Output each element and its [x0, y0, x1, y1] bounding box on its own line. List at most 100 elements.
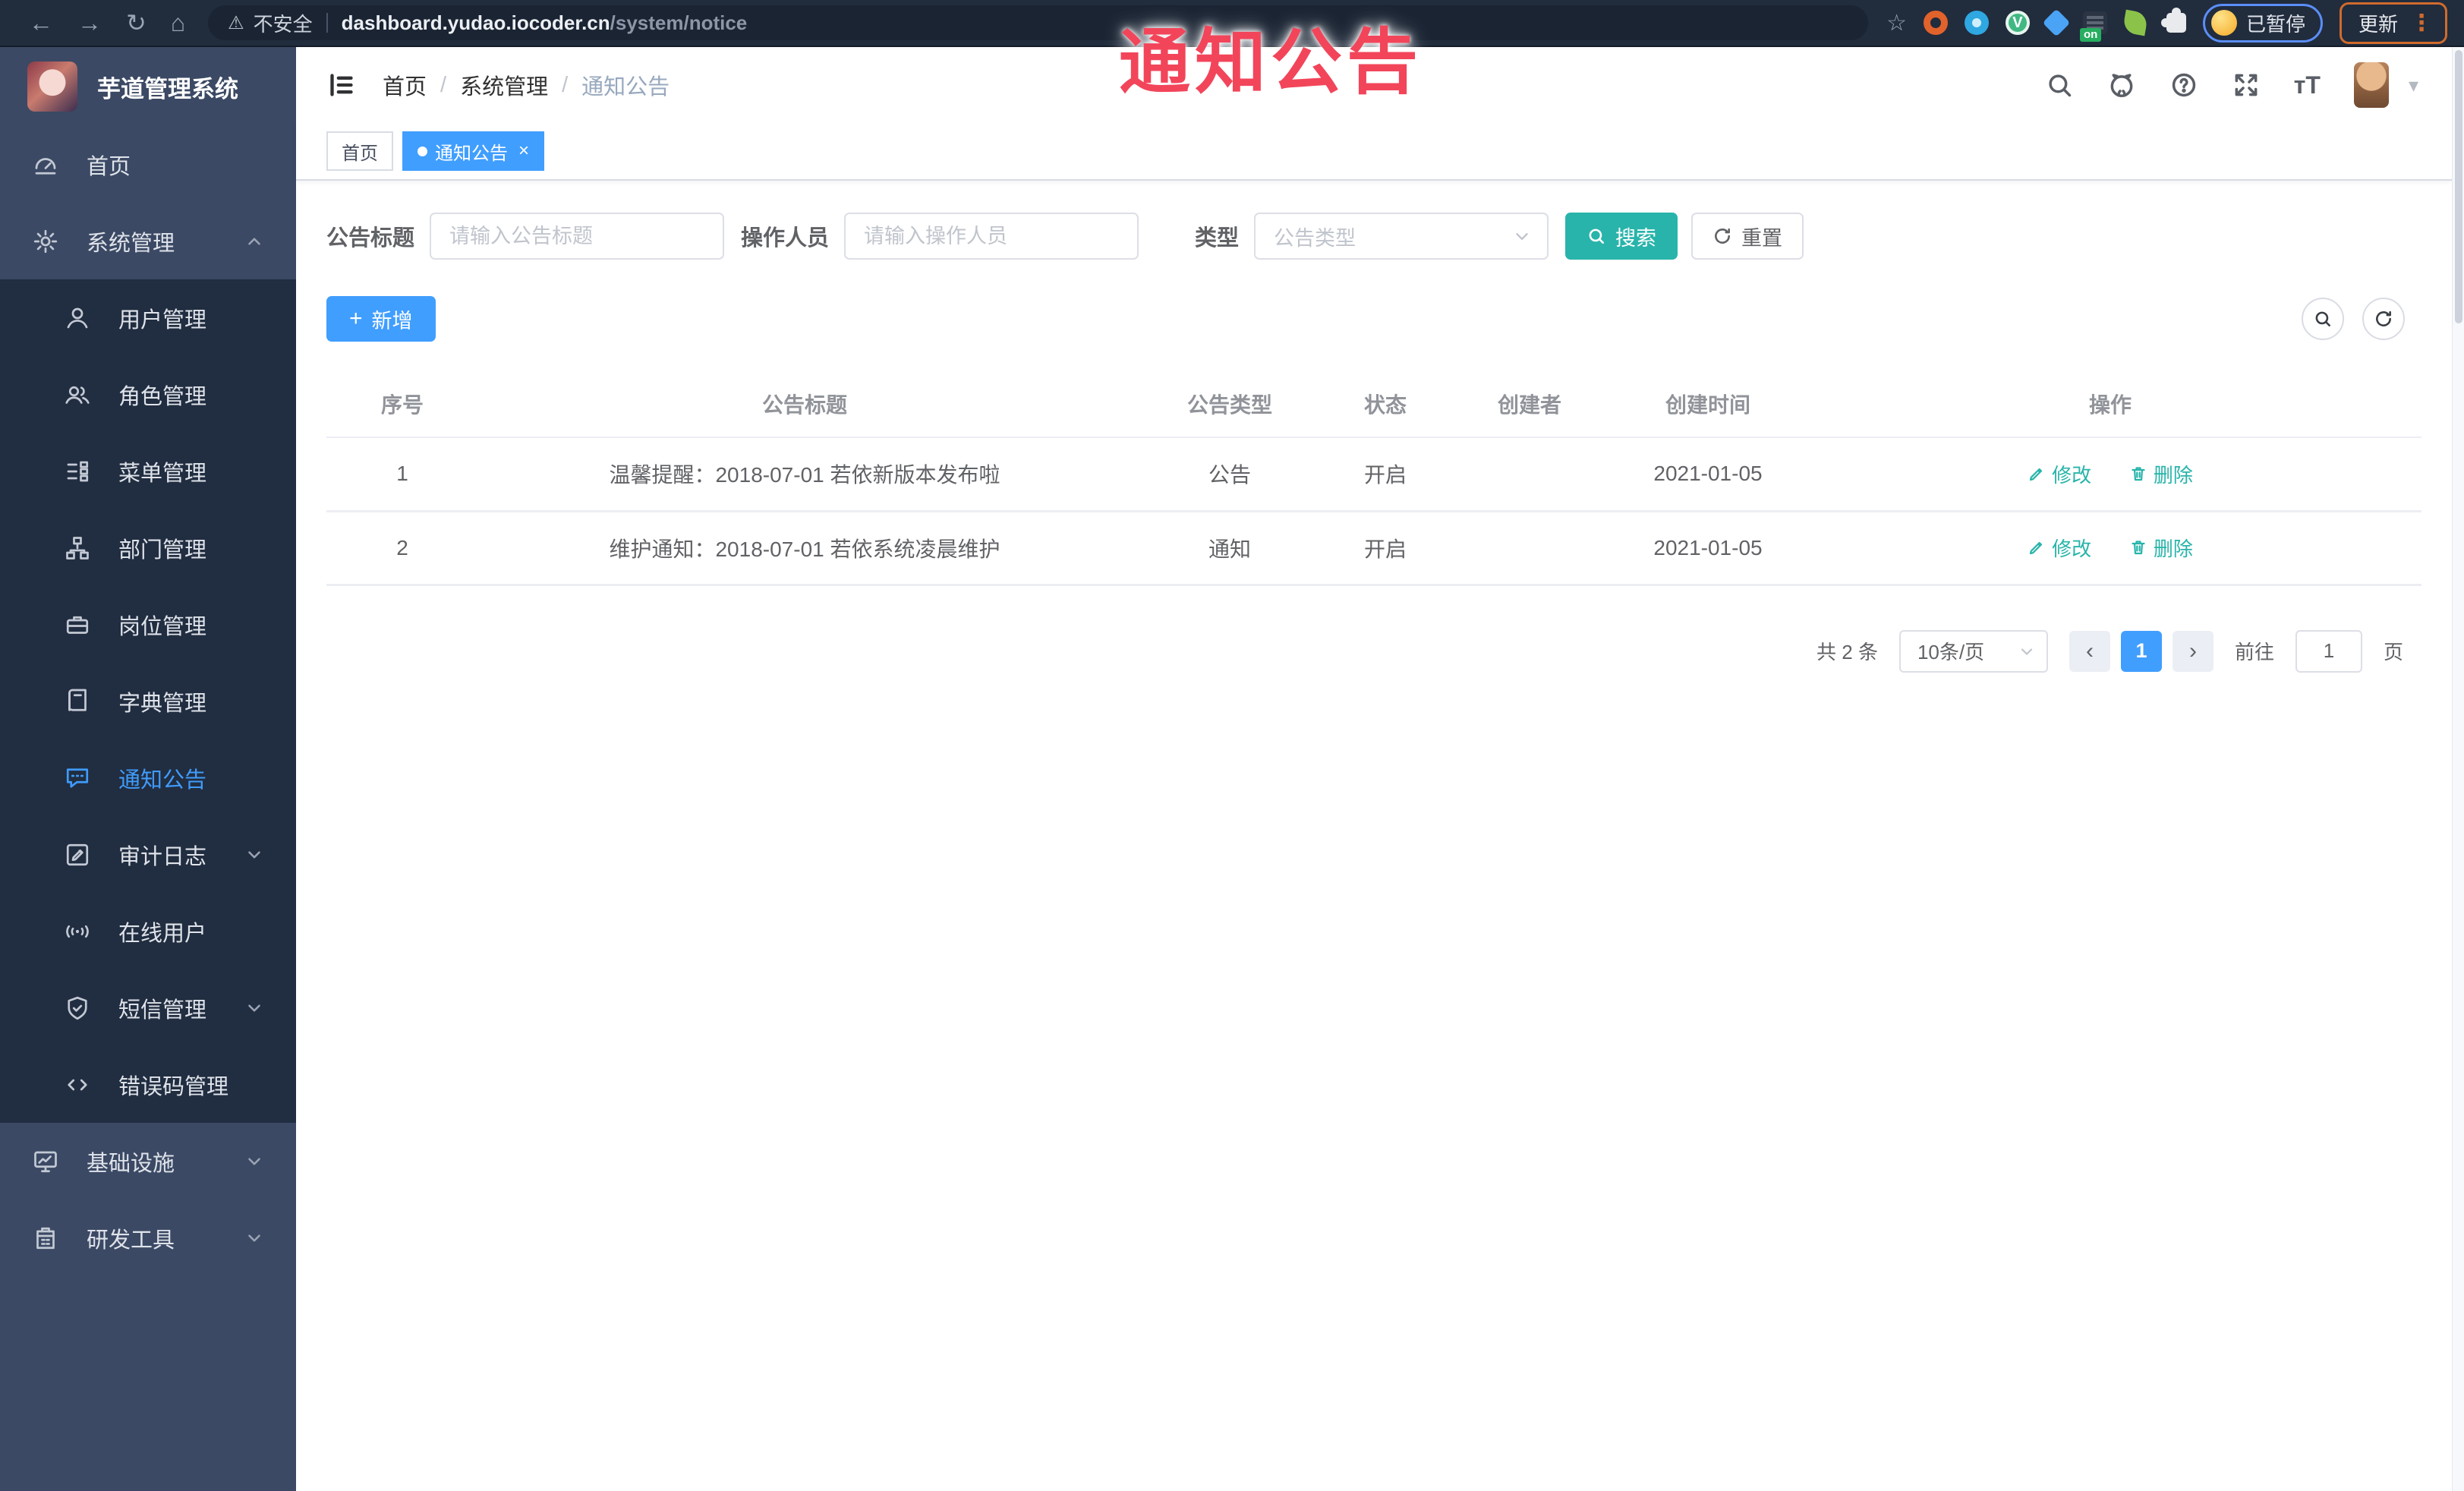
extension-on-badge: on	[2079, 27, 2102, 42]
edit-link-label: 修改	[2052, 537, 2092, 560]
notice-type-select[interactable]: 公告类型	[1254, 213, 1549, 260]
sidebar-item-home[interactable]: 首页	[0, 126, 296, 203]
breadcrumb-separator: /	[562, 72, 569, 97]
delete-link[interactable]: 删除	[2129, 534, 2193, 562]
search-icon[interactable]	[2045, 71, 2074, 99]
breadcrumb-separator: /	[440, 72, 447, 97]
extension-orange-icon[interactable]	[1923, 11, 1948, 35]
toggle-search-button[interactable]	[2302, 298, 2344, 340]
address-bar[interactable]: ⚠ 不安全 dashboard.yudao.iocoder.cn/system/…	[208, 5, 1869, 40]
cell-actions: 修改 删除	[1799, 511, 2421, 586]
notice-title-input[interactable]	[430, 213, 725, 260]
browser-back-icon[interactable]: ←	[29, 9, 53, 37]
cell-actions: 修改 删除	[1799, 437, 2421, 512]
sidebar-item-error-code[interactable]: 错误码管理	[0, 1046, 296, 1123]
next-page-button[interactable]: ›	[2172, 630, 2214, 672]
browser-toolbar-right: ☆ V on 已暂停 更新 ⋮	[1886, 2, 2447, 44]
tag-home[interactable]: 首页	[326, 131, 393, 171]
add-button[interactable]: + 新增	[326, 296, 436, 342]
user-avatar[interactable]	[2353, 62, 2389, 108]
not-secure-label: 不安全	[253, 12, 313, 36]
sidebar-toggle-icon[interactable]	[326, 70, 357, 100]
url-path: /system/notice	[610, 11, 748, 34]
operator-input[interactable]	[844, 213, 1139, 260]
sidebar-item-role-management[interactable]: 角色管理	[0, 356, 296, 433]
sidebar-item-label: 菜单管理	[118, 461, 207, 486]
cell-status: 开启	[1328, 437, 1442, 512]
edit-link[interactable]: 修改	[2028, 534, 2091, 562]
extension-dark-icon[interactable]: on	[2079, 11, 2107, 42]
goto-page-input[interactable]	[2295, 629, 2362, 673]
sidebar-item-system-management[interactable]: 系统管理	[0, 203, 296, 279]
sidebar-item-user-management[interactable]: 用户管理	[0, 279, 296, 356]
breadcrumb: 首页 / 系统管理 / 通知公告	[383, 69, 670, 101]
sidebar-item-audit-log[interactable]: 审计日志	[0, 816, 296, 893]
sidebar-item-post-management[interactable]: 岗位管理	[0, 586, 296, 663]
github-icon[interactable]	[2107, 71, 2136, 99]
page-size-select[interactable]: 10条/页	[1898, 629, 2048, 673]
tag-notice[interactable]: 通知公告 ×	[402, 131, 545, 171]
delete-link[interactable]: 删除	[2129, 460, 2193, 488]
profile-paused-chip[interactable]: 已暂停	[2202, 3, 2323, 43]
extensions-puzzle-icon[interactable]	[2160, 8, 2186, 33]
breadcrumb-current: 通知公告	[581, 75, 670, 99]
main-area: 首页 / 系统管理 / 通知公告 тT ▾ 首页 通知公告 × 公告标题 请输入…	[296, 47, 2452, 1491]
extension-drop-icon[interactable]	[1964, 11, 1989, 35]
close-icon[interactable]: ×	[518, 140, 529, 162]
sidebar-item-notice[interactable]: 通知公告	[0, 739, 296, 816]
cell-creator	[1442, 511, 1617, 586]
sidebar-item-sms-management[interactable]: 短信管理	[0, 969, 296, 1046]
reset-button[interactable]: 重置	[1691, 213, 1804, 260]
fullscreen-icon[interactable]	[2232, 71, 2261, 99]
sidebar-item-label: 岗位管理	[118, 614, 207, 639]
page-scrollbar[interactable]	[2452, 47, 2464, 1491]
sidebar-item-dict-management[interactable]: 字典管理	[0, 663, 296, 739]
refresh-button[interactable]	[2362, 298, 2405, 340]
emoji-face-icon	[2210, 10, 2237, 36]
sidebar-item-label: 字典管理	[118, 691, 207, 716]
cell-no: 2	[326, 511, 478, 586]
font-size-icon[interactable]: тT	[2294, 71, 2321, 99]
sidebar-item-label: 错误码管理	[118, 1074, 229, 1099]
sidebar-item-dev-tools[interactable]: 研发工具	[0, 1199, 296, 1276]
prev-page-button[interactable]: ‹	[2069, 630, 2110, 672]
browser-reload-icon[interactable]: ↻	[126, 8, 147, 37]
chevron-down-icon	[244, 845, 264, 865]
search-button[interactable]: 搜索	[1565, 213, 1678, 260]
logo-row[interactable]: 芋道管理系统	[0, 47, 296, 126]
url-host: dashboard.yudao.iocoder.cn	[341, 11, 610, 34]
extension-gem-icon[interactable]	[2042, 8, 2071, 37]
bookmark-star-icon[interactable]: ☆	[1886, 10, 1907, 36]
extension-vue-icon[interactable]: V	[2005, 11, 2030, 35]
browser-home-icon[interactable]: ⌂	[171, 9, 185, 37]
sidebar-item-online-users[interactable]: 在线用户	[0, 893, 296, 969]
extension-leaf-icon[interactable]	[2122, 9, 2149, 36]
browser-forward-icon[interactable]: →	[77, 9, 102, 37]
help-icon[interactable]	[2169, 71, 2198, 99]
cell-type: 通知	[1131, 511, 1328, 586]
breadcrumb-home[interactable]: 首页	[383, 69, 427, 101]
browser-menu-icon[interactable]: ⋮	[2410, 10, 2433, 36]
sidebar-item-menu-management[interactable]: 菜单管理	[0, 433, 296, 509]
sidebar-item-label: 通知公告	[118, 768, 207, 793]
dictionary-book-icon	[64, 688, 91, 715]
page-content: 公告标题 操作人员 类型 公告类型 搜索 重置 + 新增	[296, 181, 2452, 673]
notice-table: 序号 公告标题 公告类型 状态 创建者 创建时间 操作 1 温馨提醒：2018-…	[326, 370, 2421, 586]
avatar-caret-icon[interactable]: ▾	[2409, 74, 2418, 97]
current-page-button[interactable]: 1	[2120, 630, 2162, 672]
col-status: 状态	[1328, 370, 1442, 438]
not-secure-warning-icon: ⚠	[228, 12, 244, 33]
sidebar-item-infrastructure[interactable]: 基础设施	[0, 1123, 296, 1199]
users-icon	[64, 381, 91, 408]
sidebar-item-dept-management[interactable]: 部门管理	[0, 509, 296, 586]
col-creator: 创建者	[1442, 370, 1617, 438]
filter-form: 公告标题 操作人员 类型 公告类型 搜索 重置	[326, 213, 2421, 260]
code-icon	[64, 1071, 91, 1099]
edit-link[interactable]: 修改	[2028, 460, 2091, 488]
sidebar-item-label: 基础设施	[87, 1151, 175, 1176]
scrollbar-thumb[interactable]	[2455, 50, 2462, 323]
update-label: 更新	[2358, 12, 2398, 36]
breadcrumb-section[interactable]: 系统管理	[460, 69, 548, 101]
browser-update-button[interactable]: 更新 ⋮	[2339, 2, 2447, 44]
goto-label: 前往	[2234, 641, 2274, 664]
